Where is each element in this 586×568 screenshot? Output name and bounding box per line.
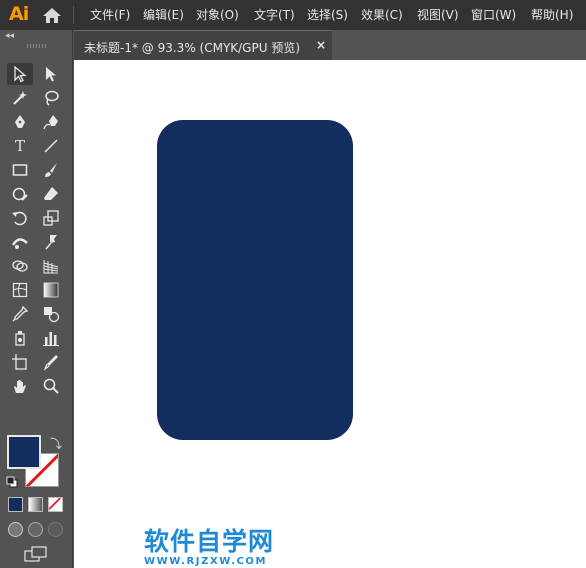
curvature-tool-icon[interactable] [38, 111, 64, 133]
rounded-rectangle-shape[interactable] [157, 120, 353, 440]
hand-tool-icon[interactable] [7, 375, 33, 397]
symbol-sprayer-tool-icon[interactable] [7, 327, 33, 349]
artboard-canvas[interactable]: 软件自学网 WWW.RJZXW.COM [74, 60, 586, 568]
column-graph-tool-icon[interactable] [38, 327, 64, 349]
width-tool-icon[interactable] [7, 231, 33, 253]
mesh-tool-icon[interactable] [7, 279, 33, 301]
gradient-tool-icon[interactable] [38, 279, 64, 301]
menu-effect[interactable]: 效果(C) [361, 6, 403, 23]
home-icon[interactable] [42, 7, 62, 24]
app-logo: Ai [9, 3, 29, 25]
default-colors-icon[interactable] [6, 476, 18, 488]
menu-divider [73, 6, 74, 24]
rectangle-tool-icon[interactable] [7, 159, 33, 181]
slice-tool-icon[interactable] [38, 351, 64, 373]
artboard-tool-icon[interactable] [7, 351, 33, 373]
scale-tool-icon[interactable] [38, 207, 64, 229]
line-segment-tool-icon[interactable] [38, 135, 64, 157]
type-tool-icon[interactable]: T [7, 135, 33, 157]
puppet-warp-tool-icon[interactable] [38, 231, 64, 253]
draw-normal-icon[interactable] [8, 522, 23, 537]
swap-fill-stroke-icon[interactable]: ⤵ [50, 435, 62, 452]
menu-select[interactable]: 选择(S) [307, 6, 348, 23]
menu-type[interactable]: 文字(T) [254, 6, 295, 23]
fill-color-swatch[interactable] [7, 435, 41, 469]
draw-inside-icon[interactable] [48, 522, 63, 537]
menu-object[interactable]: 对象(O) [196, 6, 239, 23]
pen-tool-icon[interactable] [7, 111, 33, 133]
selection-tool-icon[interactable] [7, 63, 33, 85]
tools-panel: ◂◂ T ⤵ [0, 30, 73, 568]
eraser-tool-icon[interactable] [38, 183, 64, 205]
perspective-grid-tool-icon[interactable] [38, 255, 64, 277]
shape-builder-tool-icon[interactable] [7, 255, 33, 277]
paintbrush-tool-icon[interactable] [38, 159, 64, 181]
collapse-panel-icon[interactable]: ◂◂ [5, 31, 14, 41]
menu-window[interactable]: 窗口(W) [471, 6, 516, 23]
document-tab[interactable]: 未标题-1* @ 93.3% (CMYK/GPU 预览) × [74, 30, 332, 60]
menu-view[interactable]: 视图(V) [417, 6, 459, 23]
color-mode-button[interactable] [8, 497, 23, 512]
blend-tool-icon[interactable] [38, 303, 64, 325]
rotate-tool-icon[interactable] [7, 207, 33, 229]
menu-help[interactable]: 帮助(H) [531, 6, 573, 23]
eyedropper-tool-icon[interactable] [7, 303, 33, 325]
menu-file[interactable]: 文件(F) [90, 6, 130, 23]
document-tab-bar: 未标题-1* @ 93.3% (CMYK/GPU 预览) × [74, 30, 586, 60]
menu-bar: Ai 文件(F) 编辑(E) 对象(O) 文字(T) 选择(S) 效果(C) 视… [0, 0, 586, 30]
magic-wand-tool-icon[interactable] [7, 87, 33, 109]
zoom-tool-icon[interactable] [38, 375, 64, 397]
shaper-tool-icon[interactable] [7, 183, 33, 205]
panel-grip[interactable] [27, 44, 47, 48]
draw-behind-icon[interactable] [28, 522, 43, 537]
lasso-tool-icon[interactable] [38, 87, 64, 109]
watermark: 软件自学网 WWW.RJZXW.COM [144, 522, 294, 567]
menu-edit[interactable]: 编辑(E) [143, 6, 184, 23]
none-mode-button[interactable] [48, 497, 63, 512]
document-tab-label: 未标题-1* @ 93.3% (CMYK/GPU 预览) [84, 41, 301, 55]
gradient-mode-button[interactable] [28, 497, 43, 512]
watermark-title: 软件自学网 [144, 527, 275, 556]
screen-mode-icon[interactable] [24, 545, 48, 563]
direct-selection-tool-icon[interactable] [38, 63, 64, 85]
close-icon[interactable]: × [316, 38, 326, 52]
